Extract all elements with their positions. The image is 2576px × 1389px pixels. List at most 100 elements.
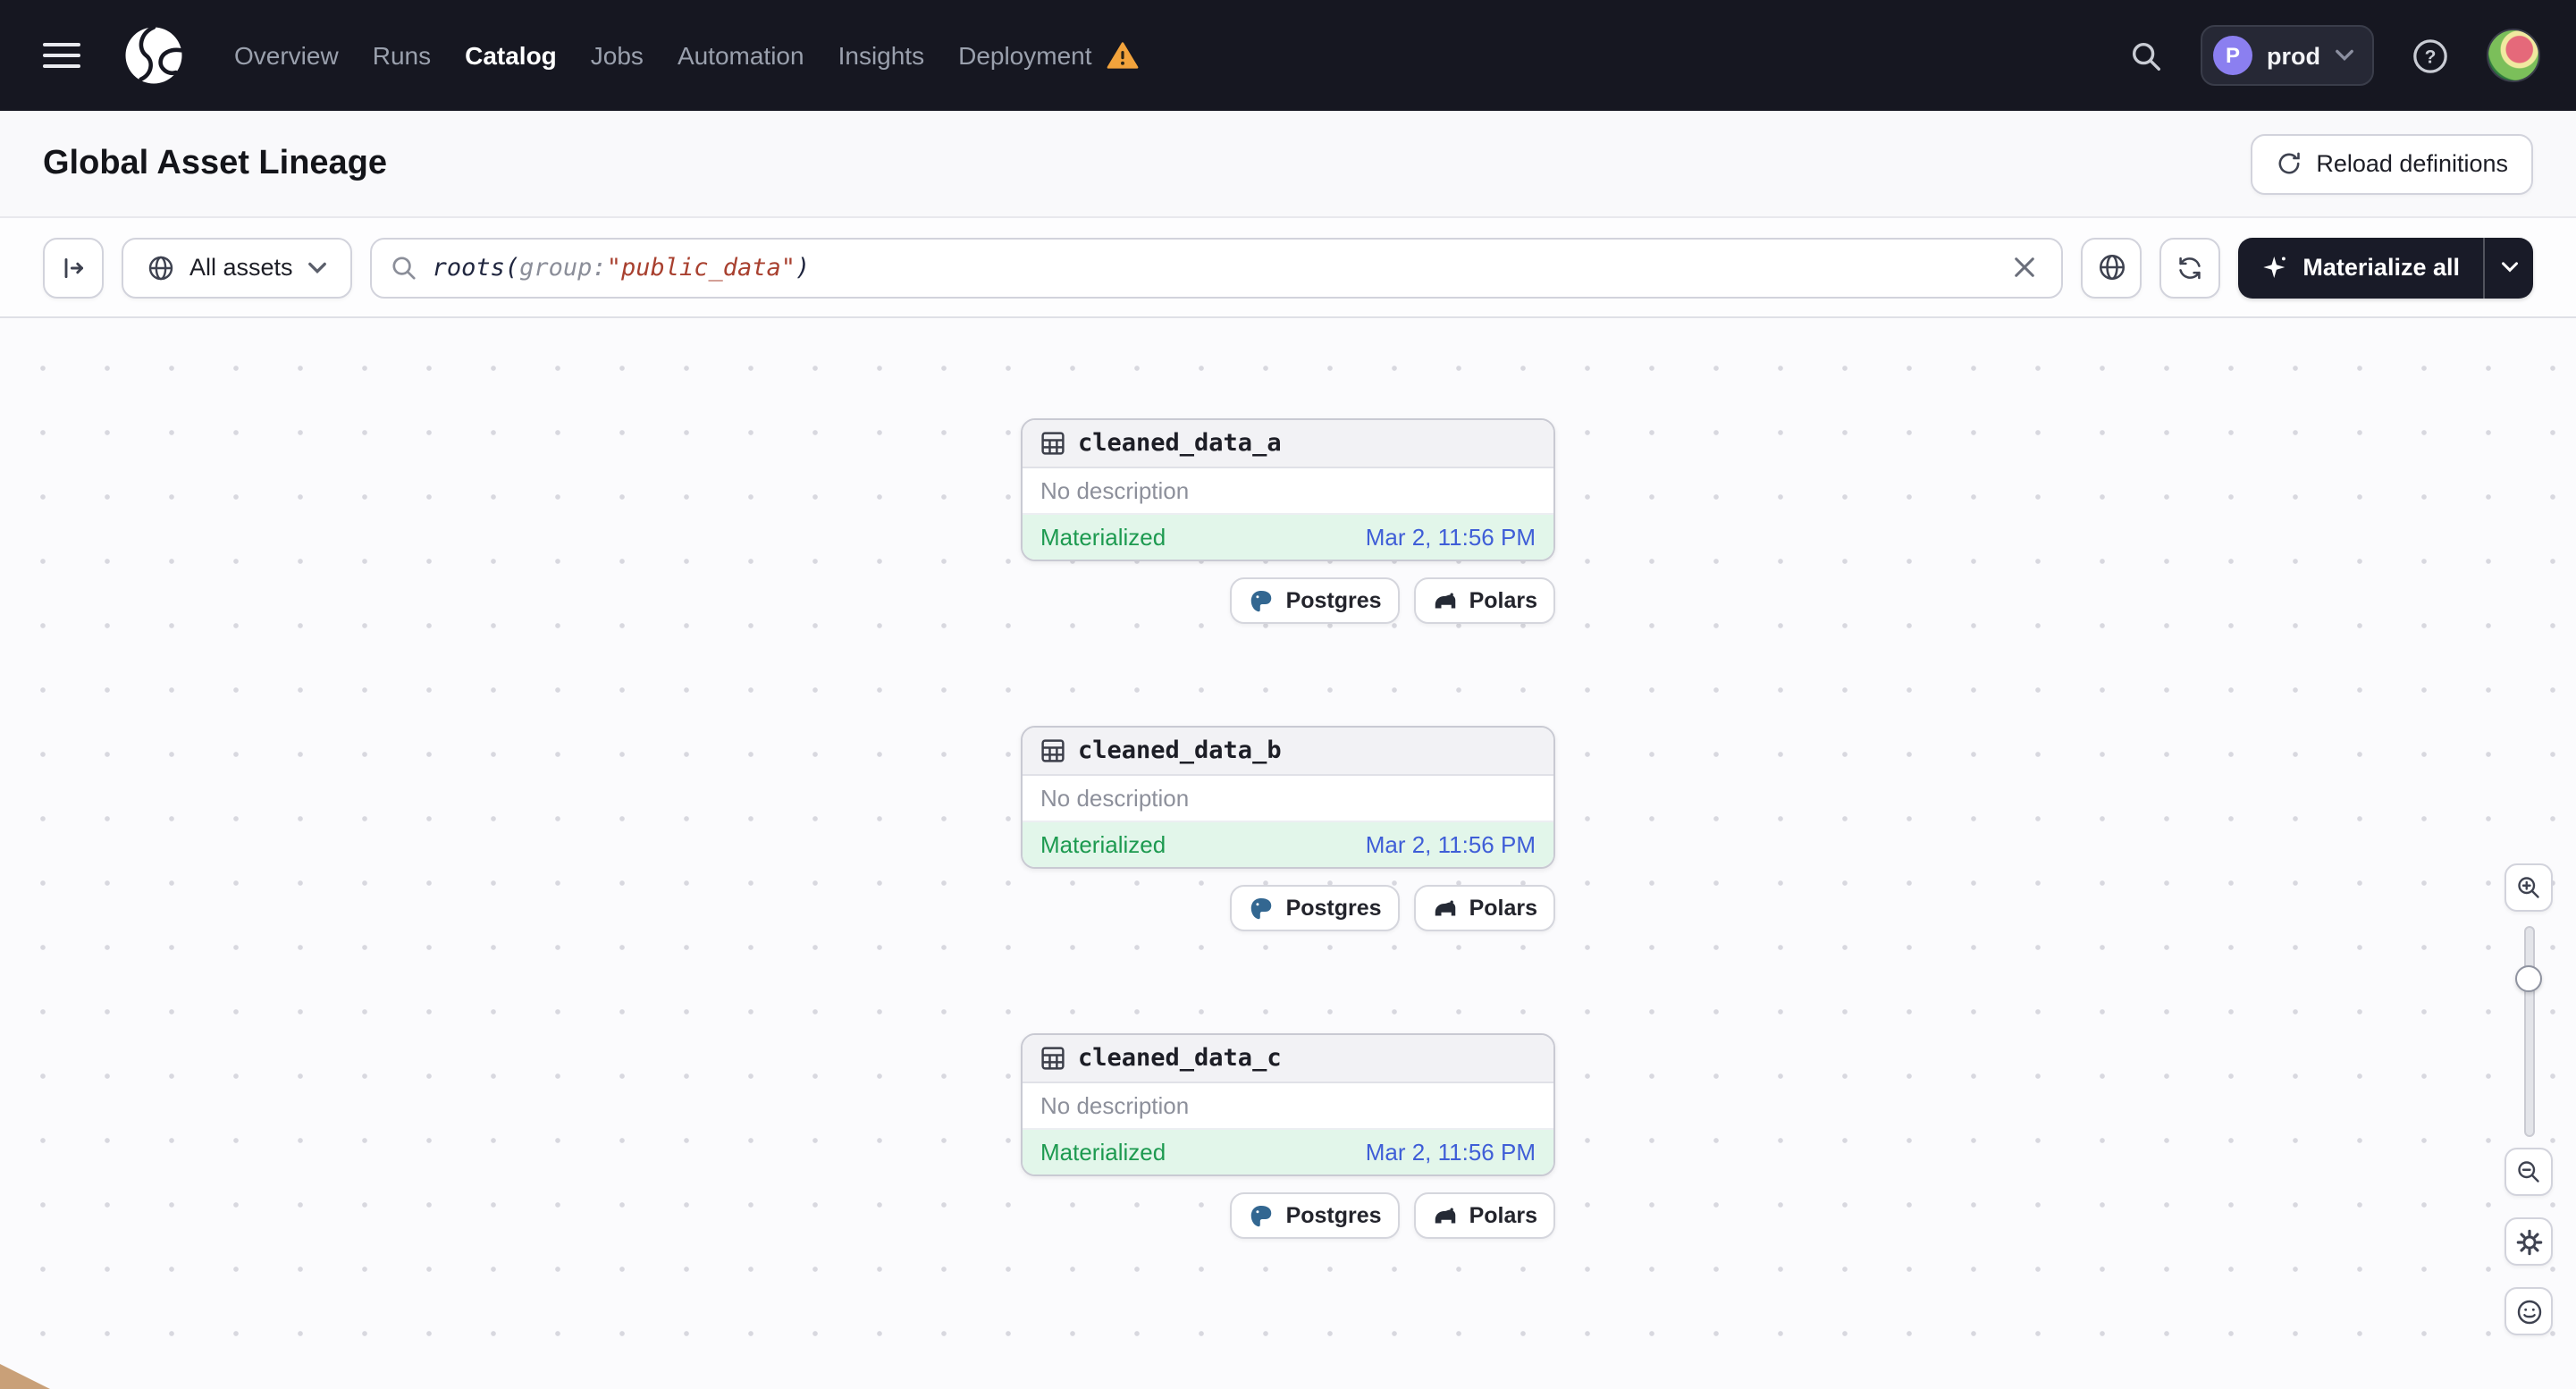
table-icon	[1041, 1047, 1065, 1070]
deployment-switcher[interactable]: P prod	[2201, 25, 2374, 86]
kind-tags-row: Postgres Polars	[1021, 1192, 1555, 1239]
zoom-in-icon	[2518, 877, 2539, 898]
asset-status-row: Materialized Mar 2, 11:56 PM	[1023, 515, 1553, 560]
query-close-paren: )	[796, 253, 811, 282]
clear-search-button[interactable]	[2006, 248, 2043, 286]
asset-description: No description	[1023, 468, 1553, 515]
nav-catalog[interactable]: Catalog	[465, 41, 557, 70]
primary-nav: Overview Runs Catalog Jobs Automation In…	[234, 41, 1139, 70]
asset-node-group-c: cleaned_data_c No description Materializ…	[1021, 1033, 1555, 1239]
sparkle-icon	[2263, 257, 2286, 278]
nav-overview[interactable]: Overview	[234, 41, 339, 70]
globe-icon	[2099, 254, 2125, 281]
table-icon	[1041, 432, 1065, 455]
materialization-timestamp[interactable]: Mar 2, 11:56 PM	[1366, 1139, 1536, 1166]
asset-node-cleaned-data-c[interactable]: cleaned_data_c No description Materializ…	[1021, 1033, 1555, 1176]
materialize-split-button: Materialize all	[2238, 237, 2533, 298]
kind-tag-postgres[interactable]: Postgres	[1230, 577, 1400, 624]
zoom-controls	[2504, 863, 2553, 1335]
page-title: Global Asset Lineage	[43, 144, 388, 181]
kind-tag-label: Polars	[1469, 896, 1537, 921]
hamburger-menu-button[interactable]	[32, 31, 91, 79]
lineage-canvas[interactable]: cleaned_data_a No description Materializ…	[0, 318, 2576, 1389]
kind-tag-label: Postgres	[1285, 896, 1382, 921]
asset-node-header: cleaned_data_b	[1023, 728, 1553, 776]
materialization-timestamp[interactable]: Mar 2, 11:56 PM	[1366, 524, 1536, 551]
nav-automation[interactable]: Automation	[678, 41, 804, 70]
graph-view-button[interactable]	[2081, 237, 2142, 298]
postgres-icon	[1251, 897, 1272, 919]
chevron-down-icon	[307, 261, 326, 274]
chevron-down-icon	[2501, 262, 2517, 273]
dagster-logo[interactable]	[116, 18, 191, 93]
hamburger-icon	[43, 42, 80, 69]
kind-tag-label: Postgres	[1285, 588, 1382, 613]
close-icon	[2015, 257, 2035, 277]
user-avatar[interactable]	[2487, 29, 2540, 82]
materialize-all-button[interactable]: Materialize all	[2238, 237, 2483, 298]
query-function: roots	[432, 253, 505, 282]
polars-icon	[1435, 899, 1455, 915]
kind-tag-postgres[interactable]: Postgres	[1230, 885, 1400, 931]
zoom-out-icon	[2518, 1161, 2539, 1183]
refresh-button[interactable]	[2159, 237, 2221, 298]
materialize-options-button[interactable]	[2483, 237, 2533, 298]
kind-tag-polars[interactable]: Polars	[1413, 1192, 1555, 1239]
materialization-timestamp[interactable]: Mar 2, 11:56 PM	[1366, 831, 1536, 858]
asset-filter-label: All assets	[189, 254, 293, 281]
app: Overview Runs Catalog Jobs Automation In…	[0, 0, 2576, 1389]
asset-description: No description	[1023, 776, 1553, 822]
zoom-slider[interactable]	[2504, 926, 2553, 1137]
deployment-initial-badge: P	[2213, 36, 2252, 75]
reload-definitions-button[interactable]: Reload definitions	[2250, 133, 2533, 194]
materialization-status: Materialized	[1040, 524, 1166, 551]
asset-node-group-a: cleaned_data_a No description Materializ…	[1021, 418, 1555, 624]
nav-search-button[interactable]	[2118, 28, 2174, 83]
nav-jobs[interactable]: Jobs	[591, 41, 644, 70]
help-icon: ?	[2413, 38, 2447, 72]
materialize-all-label: Materialize all	[2302, 254, 2460, 281]
kind-tag-label: Polars	[1469, 1203, 1537, 1228]
zoom-in-button[interactable]	[2504, 863, 2553, 912]
nav-deployment[interactable]: Deployment	[958, 41, 1091, 70]
lineage-toolbar: All assets roots(group:"public_data") Ma…	[0, 218, 2576, 318]
globe-icon	[148, 255, 173, 280]
nav-insights[interactable]: Insights	[838, 41, 925, 70]
query-string-value: "public_data"	[606, 253, 796, 282]
table-icon	[1041, 739, 1065, 762]
asset-name: cleaned_data_b	[1078, 737, 1282, 765]
asset-node-header: cleaned_data_c	[1023, 1035, 1553, 1083]
feedback-button[interactable]	[2504, 1287, 2553, 1335]
zoom-slider-track	[2523, 926, 2534, 1137]
reload-definitions-label: Reload definitions	[2316, 150, 2508, 177]
kind-tag-polars[interactable]: Polars	[1413, 577, 1555, 624]
kind-tag-postgres[interactable]: Postgres	[1230, 1192, 1400, 1239]
zoom-out-button[interactable]	[2504, 1148, 2553, 1196]
polars-icon	[1435, 592, 1455, 608]
asset-selection-query: roots(group:"public_data")	[433, 253, 811, 282]
asset-name: cleaned_data_a	[1078, 429, 1282, 458]
panel-toggle-icon	[64, 257, 84, 278]
asset-node-group-b: cleaned_data_b No description Materializ…	[1021, 726, 1555, 931]
help-button[interactable]: ?	[2401, 26, 2460, 85]
deployment-name: prod	[2267, 42, 2320, 69]
gear-icon	[2515, 1228, 2542, 1255]
graph-settings-button[interactable]	[2504, 1217, 2553, 1266]
asset-node-cleaned-data-b[interactable]: cleaned_data_b No description Materializ…	[1021, 726, 1555, 869]
navbar-right-cluster: P prod ?	[2118, 25, 2540, 86]
svg-text:?: ?	[2425, 46, 2437, 67]
polars-icon	[1435, 1207, 1455, 1223]
asset-name: cleaned_data_c	[1078, 1044, 1282, 1073]
page-header: Global Asset Lineage Reload definitions	[0, 111, 2576, 218]
postgres-icon	[1251, 1205, 1272, 1226]
asset-selection-input[interactable]: roots(group:"public_data")	[369, 237, 2064, 298]
asset-node-cleaned-data-a[interactable]: cleaned_data_a No description Materializ…	[1021, 418, 1555, 561]
asset-filter-dropdown[interactable]: All assets	[122, 237, 352, 298]
nav-runs[interactable]: Runs	[373, 41, 431, 70]
asset-status-row: Materialized Mar 2, 11:56 PM	[1023, 822, 1553, 867]
toggle-side-panel-button[interactable]	[43, 237, 104, 298]
zoom-slider-handle[interactable]	[2515, 965, 2542, 992]
corner-decoration	[0, 1364, 50, 1389]
kind-tag-polars[interactable]: Polars	[1413, 885, 1555, 931]
query-open-paren: (	[504, 253, 520, 282]
